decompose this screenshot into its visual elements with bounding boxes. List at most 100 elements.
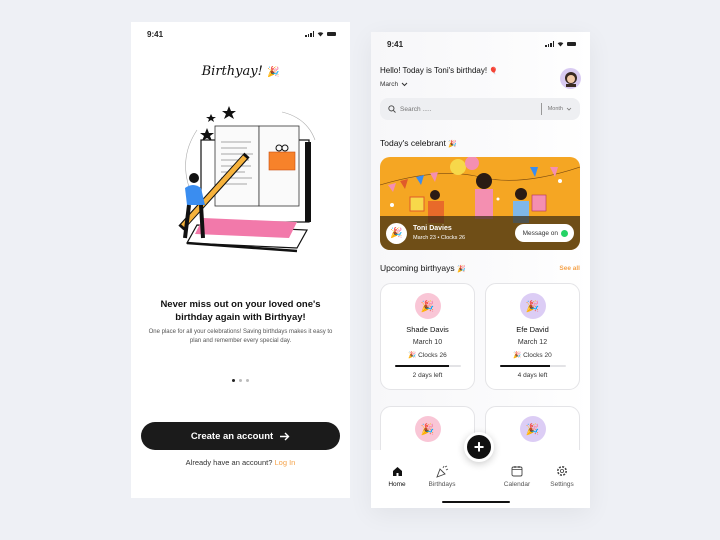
- days-progress-bar: [499, 365, 566, 367]
- today-title-text: Today's celebrant: [380, 138, 446, 148]
- add-birthday-button[interactable]: +: [464, 432, 494, 462]
- days-progress-bar: [394, 365, 461, 367]
- message-button-label: Message on: [522, 229, 558, 237]
- celebrant-meta: March 23 • Clocks 26: [413, 235, 466, 241]
- search-icon: [388, 105, 396, 113]
- tab-birthdays[interactable]: Birthdays: [422, 464, 462, 488]
- chevron-down-icon: [401, 82, 408, 87]
- card-clocks-text: Clocks 26: [418, 352, 447, 359]
- battery-icon: [567, 41, 576, 47]
- party-popper-icon: [435, 465, 448, 478]
- calendar-icon: [511, 466, 523, 477]
- battery-icon: [327, 31, 336, 37]
- party-popper-icon: 🎉: [448, 141, 457, 148]
- whatsapp-icon: [561, 229, 568, 237]
- status-bar: 9:41: [387, 38, 576, 50]
- party-popper-icon: 🎉: [414, 416, 441, 442]
- chevron-down-icon: [566, 107, 572, 111]
- brand-name: Birthyay!: [201, 64, 263, 79]
- upcoming-title-text: Upcoming birthyays: [380, 263, 455, 273]
- wifi-icon: [317, 32, 324, 37]
- tab-label: Settings: [550, 481, 574, 488]
- tab-label: Home: [388, 481, 406, 488]
- party-popper-icon: 🎉: [513, 352, 522, 359]
- card-clocks: 🎉 Clocks 26: [381, 351, 474, 359]
- celebrant-banner[interactable]: 🎉 Toni Davies March 23 • Clocks 26 Messa…: [380, 157, 580, 250]
- onboarding-subtext: One place for all your celebrations! Sav…: [148, 329, 333, 344]
- card-days-left: 2 days left: [412, 372, 443, 379]
- days-progress-fill: [499, 365, 550, 367]
- home-indicator: [442, 500, 510, 503]
- month-selector[interactable]: March: [380, 81, 408, 88]
- tab-calendar[interactable]: Calendar: [497, 464, 537, 488]
- brand-logo: Birthyay! 🎉: [131, 64, 350, 79]
- days-progress-fill: [394, 365, 449, 367]
- create-account-button[interactable]: Create an account: [141, 422, 340, 450]
- login-link[interactable]: Log In: [274, 458, 295, 467]
- celebrant-info: 🎉 Toni Davies March 23 • Clocks 26 Messa…: [380, 216, 580, 250]
- login-prompt: Already have an account? Log In: [131, 458, 350, 467]
- tab-label: Calendar: [503, 481, 531, 488]
- create-account-label: Create an account: [190, 430, 274, 442]
- onboarding-headline: Never miss out on your loved one's birth…: [160, 299, 321, 323]
- tab-label: Birthdays: [428, 481, 456, 488]
- login-prompt-text: Already have an account?: [185, 458, 273, 467]
- wifi-icon: [557, 42, 564, 47]
- filter-select[interactable]: Month: [548, 106, 572, 112]
- greeting-text: Hello! Today is Toni's birthday!: [380, 66, 488, 75]
- status-icons: [545, 41, 576, 47]
- party-popper-icon: 🎉: [457, 266, 466, 273]
- search-input[interactable]: [400, 105, 541, 113]
- page-dot[interactable]: [246, 379, 249, 382]
- party-popper-icon: 🎉: [408, 352, 417, 359]
- avatar[interactable]: [560, 68, 581, 89]
- birthday-card[interactable]: 🎉 Shade Davis March 10 🎉 Clocks 26 2 day…: [380, 283, 475, 390]
- party-popper-icon: 🎉: [519, 416, 546, 442]
- party-popper-icon: 🎉: [519, 293, 546, 319]
- gear-icon: [557, 466, 567, 476]
- card-name: Shade Davis: [406, 325, 449, 334]
- celebrant-details: Toni Davies March 23 • Clocks 26: [413, 225, 465, 241]
- upcoming-section-title: Upcoming birthyays 🎉: [380, 263, 466, 273]
- arrow-right-icon: [280, 432, 290, 440]
- tab-home[interactable]: Home: [377, 464, 417, 488]
- month-value: March: [380, 81, 399, 88]
- search-bar: Month: [380, 98, 580, 120]
- party-popper-icon: 🎉: [386, 222, 407, 244]
- home-icon: [392, 466, 402, 476]
- party-popper-icon: 🎉: [414, 293, 441, 319]
- today-section-title: Today's celebrant 🎉: [380, 138, 457, 148]
- pagination-dots: [131, 379, 350, 382]
- card-clocks: 🎉 Clocks 20: [486, 351, 579, 359]
- page-dot[interactable]: [239, 379, 242, 382]
- status-bar: 9:41: [147, 28, 336, 40]
- divider: [540, 103, 542, 115]
- filter-value: Month: [547, 106, 563, 112]
- star-icon: [206, 114, 216, 122]
- signal-icon: [305, 31, 314, 37]
- status-time: 9:41: [147, 29, 164, 39]
- party-popper-icon: 🎉: [266, 67, 280, 78]
- gift-icon: [268, 151, 296, 171]
- celebrant-name: Toni Davies: [413, 225, 452, 232]
- status-time: 9:41: [387, 39, 404, 49]
- card-days-left: 4 days left: [517, 372, 548, 379]
- greeting: Hello! Today is Toni's birthday! 🎈: [380, 66, 498, 75]
- tab-settings[interactable]: Settings: [542, 464, 582, 488]
- star-icon: [222, 106, 236, 119]
- status-icons: [305, 31, 336, 37]
- signal-icon: [545, 41, 554, 47]
- card-name: Efe David: [516, 325, 549, 334]
- balloon-icon: 🎈: [489, 68, 499, 75]
- see-all-link[interactable]: See all: [559, 265, 580, 272]
- page-dot-active[interactable]: [232, 379, 235, 382]
- onboarding-screen: 9:41 Birthyay! 🎉 Never miss out on your …: [131, 22, 350, 498]
- home-screen: 9:41 Hello! Today is Toni's birthday! 🎈 …: [371, 32, 590, 508]
- onboarding-illustration: [178, 106, 316, 253]
- card-date: March 12: [517, 339, 548, 346]
- card-clocks-text: Clocks 20: [523, 352, 552, 359]
- message-whatsapp-button[interactable]: Message on: [514, 224, 574, 242]
- star-icon: [200, 128, 214, 141]
- birthday-card[interactable]: 🎉 Efe David March 12 🎉 Clocks 20 4 days …: [485, 283, 580, 390]
- card-date: March 10: [412, 339, 443, 346]
